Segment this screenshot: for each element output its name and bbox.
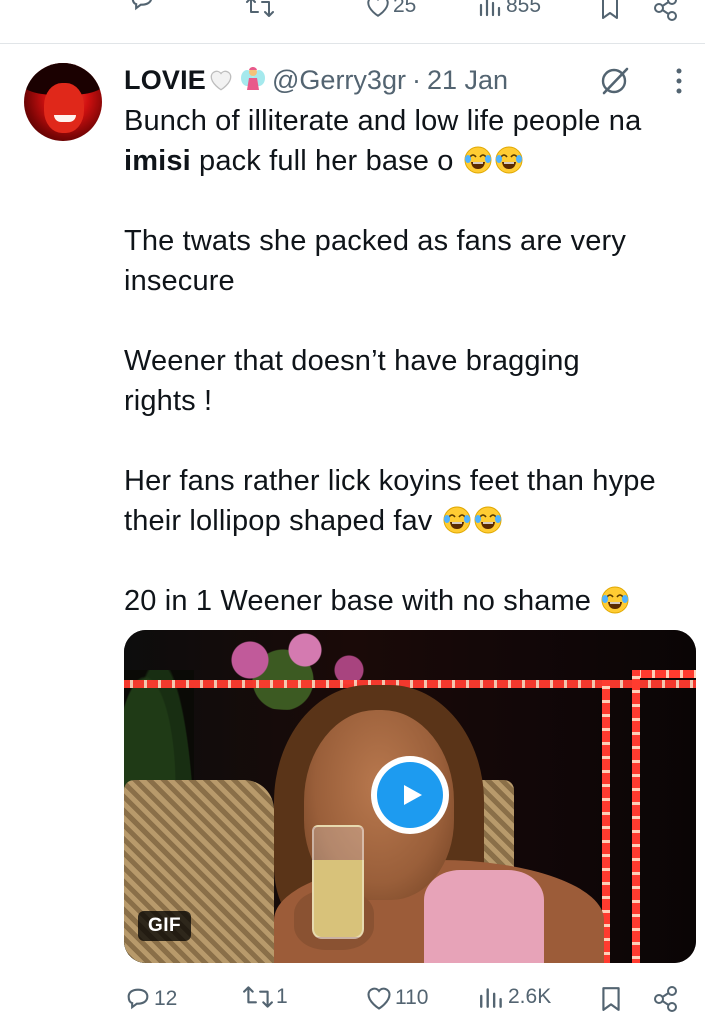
avatar[interactable] (24, 63, 102, 141)
prev-like-count: 25 (393, 0, 417, 17)
prev-bookmark-button[interactable] (598, 0, 622, 20)
prev-like-button[interactable]: 25 (365, 0, 416, 18)
text-run: Her fans rather lick koyins feet than hy… (124, 465, 656, 537)
like-count: 110 (395, 986, 429, 1009)
reply-icon (131, 0, 153, 11)
laughing-emoji (464, 146, 492, 174)
tweet-paragraph: 20 in 1 Weener base with no shame (124, 581, 694, 621)
heart-icon (367, 987, 391, 1010)
bold-mention: imisi (124, 145, 191, 177)
gif-media[interactable]: GIF (124, 630, 696, 963)
tweet-header: LOVIE @Gerry3gr · 21 Jan (124, 63, 508, 97)
tweet-paragraph: The twats she packed as fans are very in… (124, 225, 627, 297)
views-icon (480, 988, 502, 1008)
more-icon[interactable] (672, 66, 686, 96)
tweet-actions: 12 1 110 2.6K (0, 983, 705, 1017)
view-count: 2.6K (508, 985, 552, 1008)
heart-icon (367, 0, 389, 17)
fairy-emoji (241, 67, 266, 90)
tweet-divider (0, 43, 705, 44)
retweet-count: 1 (276, 985, 288, 1008)
reply-button[interactable]: 12 (124, 985, 177, 1013)
prev-view-count: 855 (506, 0, 542, 17)
views-icon (479, 0, 501, 17)
tweet-date[interactable]: 21 Jan (427, 65, 508, 96)
header-separator: · (411, 64, 421, 95)
share-icon (654, 0, 677, 21)
reply-icon (127, 988, 149, 1010)
grok-icon[interactable] (597, 63, 633, 99)
share-icon (654, 986, 677, 1012)
display-name[interactable]: LOVIE (124, 65, 206, 96)
play-button[interactable] (371, 756, 449, 834)
bookmark-icon (602, 0, 618, 19)
previous-tweet-actions: 25 855 (0, 0, 705, 26)
play-icon (404, 785, 422, 805)
prev-reply-button[interactable] (128, 0, 156, 14)
bookmark-button[interactable] (598, 986, 624, 1012)
tweet-paragraph: Her fans rather lick koyins feet than hy… (124, 461, 694, 541)
tweet-text: Bunch of illiterate and low life people … (124, 101, 694, 621)
gif-badge: GIF (138, 911, 192, 941)
text-run: 20 in 1 Weener base with no shame (124, 585, 600, 617)
bookmark-icon (602, 987, 620, 1011)
text-run: Bunch of illiterate and low life people … (124, 105, 642, 137)
views-button[interactable]: 2.6K (478, 985, 551, 1009)
laughing-emoji (601, 586, 629, 614)
retweet-icon (246, 0, 274, 17)
share-button[interactable] (652, 985, 680, 1013)
retweet-icon (243, 986, 273, 1008)
like-button[interactable]: 110 (365, 985, 428, 1011)
prev-retweet-button[interactable] (245, 0, 275, 18)
white-heart-emoji (210, 70, 232, 91)
reply-count: 12 (154, 987, 178, 1010)
laughing-emoji (495, 146, 523, 174)
laughing-emoji (474, 506, 502, 534)
tweet-paragraph: Bunch of illiterate and low life people … (124, 101, 694, 181)
laughing-emoji (443, 506, 471, 534)
prev-views-button[interactable]: 855 (478, 0, 541, 18)
tweet-paragraph: Weener that doesn’t have bragging rights… (124, 345, 580, 417)
prev-share-button[interactable] (652, 0, 680, 22)
text-run: pack full her base o (190, 145, 462, 177)
user-handle[interactable]: @Gerry3gr (272, 65, 406, 96)
retweet-button[interactable]: 1 (242, 985, 288, 1009)
